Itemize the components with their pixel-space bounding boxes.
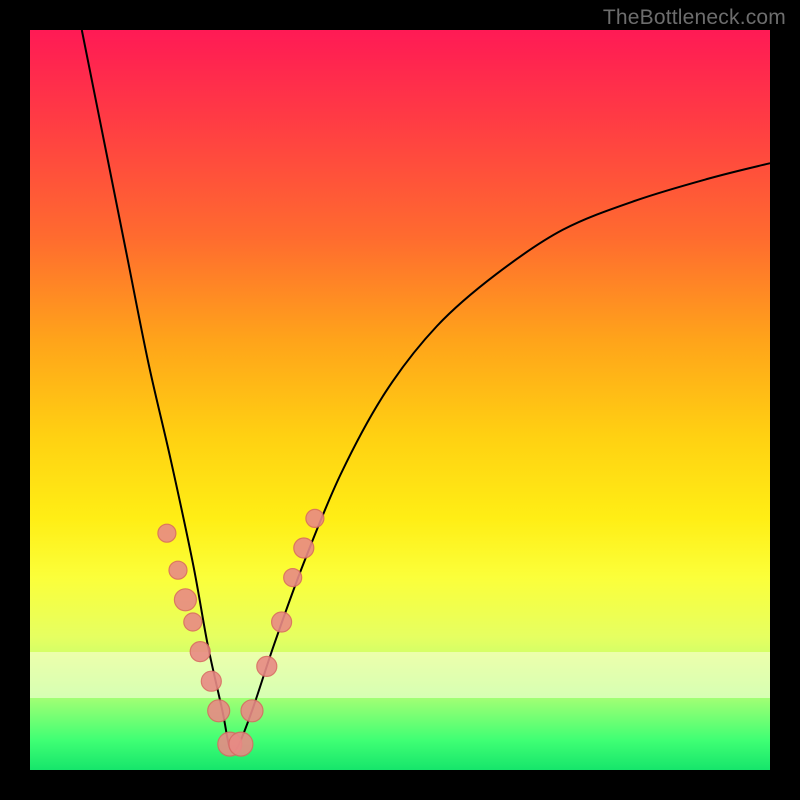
marker-dot (174, 589, 196, 611)
marker-dot (229, 732, 253, 756)
marker-dot (257, 656, 277, 676)
plot-area (30, 30, 770, 770)
marker-dot (158, 524, 176, 542)
chart-root: TheBottleneck.com (0, 0, 800, 800)
watermark-text: TheBottleneck.com (603, 6, 786, 30)
bottleneck-curve (82, 30, 770, 752)
marker-dot (208, 700, 230, 722)
marker-dot (169, 561, 187, 579)
marker-dot (306, 509, 324, 527)
marker-dot (284, 569, 302, 587)
marker-dot (272, 612, 292, 632)
marker-cluster (158, 509, 324, 756)
curve-svg (30, 30, 770, 770)
marker-dot (294, 538, 314, 558)
marker-dot (241, 700, 263, 722)
marker-dot (201, 671, 221, 691)
marker-dot (184, 613, 202, 631)
marker-dot (190, 642, 210, 662)
